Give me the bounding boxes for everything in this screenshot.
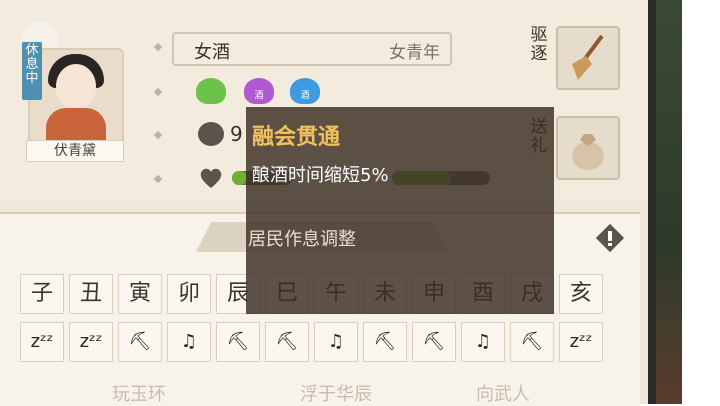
sleep-icon[interactable]: zᶻᶻ xyxy=(69,322,113,362)
work-icon[interactable]: ⛏ xyxy=(510,322,554,362)
resident-name: 女酒 xyxy=(194,42,230,63)
resident-role: 女青年 xyxy=(389,43,440,63)
hour-cell[interactable]: 卯 xyxy=(167,274,211,314)
gift-button[interactable] xyxy=(556,116,620,180)
rest-icon[interactable]: ♫ xyxy=(167,322,211,362)
game-background xyxy=(656,0,682,404)
tooltip-description: 酿酒时间缩短5% xyxy=(252,165,389,186)
favor-bar-fill xyxy=(232,171,247,185)
status-badge: 休息中 xyxy=(22,42,42,100)
avatar-face xyxy=(56,64,96,108)
avatar-body xyxy=(46,108,106,144)
panel-edge xyxy=(648,0,656,404)
work-icon[interactable]: ⛏ xyxy=(118,322,162,362)
gift-bag-icon xyxy=(572,134,604,170)
name-field[interactable]: 女酒 女青年 xyxy=(172,32,452,66)
work-icon[interactable]: ⛏ xyxy=(216,322,260,362)
work-icon[interactable]: ⛏ xyxy=(265,322,309,362)
hour-cell[interactable]: 丑 xyxy=(69,274,113,314)
avatar[interactable] xyxy=(28,48,124,148)
screen-margin xyxy=(682,0,720,404)
heart-icon xyxy=(200,168,222,188)
hour-cell[interactable]: 子 xyxy=(20,274,64,314)
drink-icon-green[interactable] xyxy=(196,78,226,104)
hour-cell[interactable]: 寅 xyxy=(118,274,162,314)
drink-icon-blue[interactable]: 酒 xyxy=(290,78,320,104)
drink-icon-purple[interactable]: 酒 xyxy=(244,78,274,104)
expel-label: 驱逐 xyxy=(530,25,548,64)
tooltip-title: 融会贯通 xyxy=(252,125,341,150)
rest-icon[interactable]: ♫ xyxy=(314,322,358,362)
bottom-label: 玩玉环 xyxy=(112,384,166,405)
bottom-label: 向武人 xyxy=(476,384,530,405)
expel-button[interactable] xyxy=(556,26,620,90)
bottom-label: 浮于华辰 xyxy=(300,384,372,405)
skill-tooltip: 融会贯通 酿酒时间缩短5% 居民作息调整 xyxy=(246,107,554,314)
rest-icon[interactable]: ♫ xyxy=(461,322,505,362)
work-icon[interactable]: ⛏ xyxy=(412,322,456,362)
tooltip-subtitle: 居民作息调整 xyxy=(248,229,356,250)
help-icon[interactable] xyxy=(594,222,626,254)
hour-cell[interactable]: 亥 xyxy=(559,274,603,314)
sleep-icon[interactable]: zᶻᶻ xyxy=(20,322,64,362)
skill-value: 9 xyxy=(230,122,243,146)
sleep-icon[interactable]: zᶻᶻ xyxy=(559,322,603,362)
skill-icon xyxy=(198,122,224,146)
work-icon[interactable]: ⛏ xyxy=(363,322,407,362)
avatar-name-plate: 伏青黛 xyxy=(26,140,124,162)
broom-icon xyxy=(572,34,604,80)
